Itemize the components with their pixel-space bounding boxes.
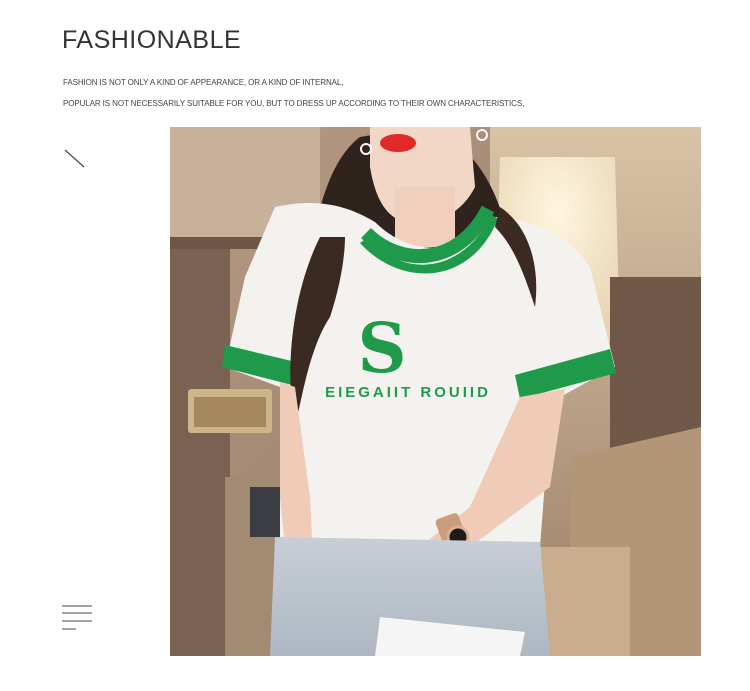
subtitle-line-1: FASHION IS NOT ONLY A KIND OF APPEARANCE…: [63, 78, 344, 87]
menu-lines-icon: [62, 605, 92, 630]
diagonal-line-icon: [64, 149, 85, 168]
subtitle-line-2: POPULAR IS NOT NECESSARILY SUITABLE FOR …: [63, 99, 525, 108]
neck: [395, 187, 455, 247]
lips: [380, 134, 416, 152]
product-photo: S EIEGAIIT ROUIID: [170, 127, 701, 656]
shirt-print-letter: S: [357, 309, 406, 389]
shirt-print-text: EIEGAIIT ROUIID: [325, 384, 491, 401]
page-title: FASHIONABLE: [62, 26, 242, 54]
